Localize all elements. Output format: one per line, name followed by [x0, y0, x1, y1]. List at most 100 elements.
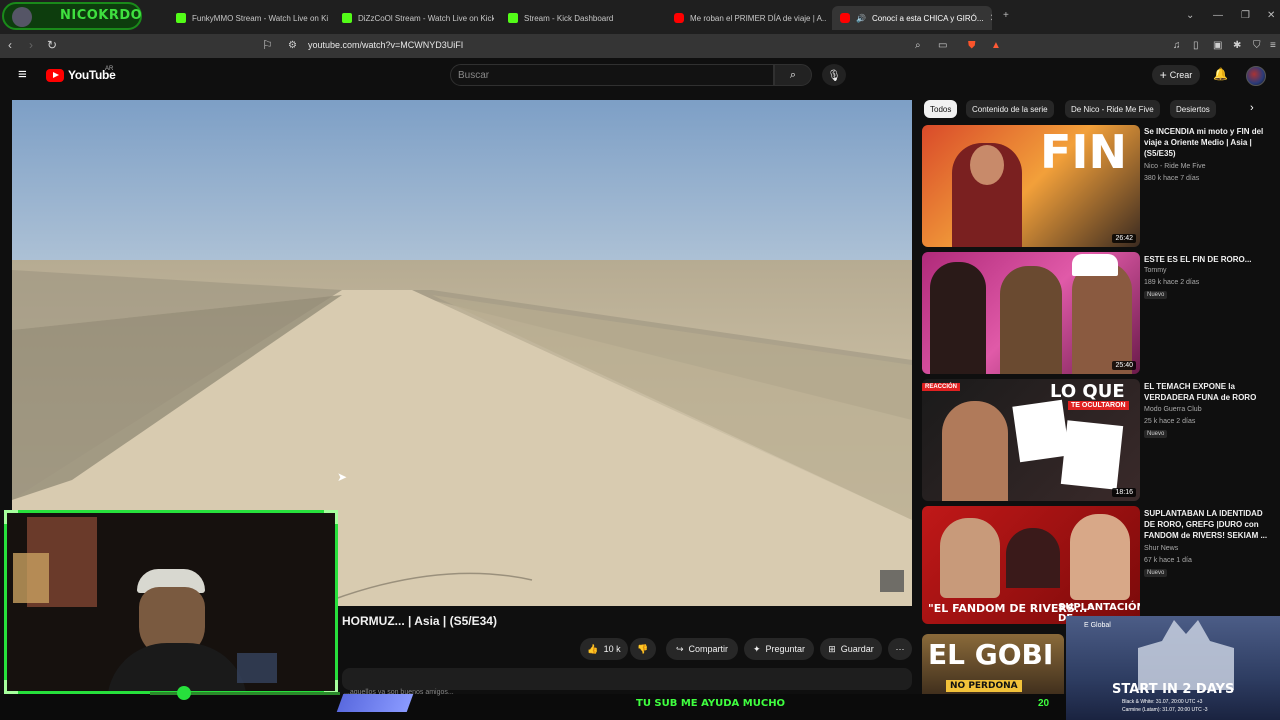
kick-icon: [176, 13, 186, 23]
chip-series[interactable]: Contenido de la serie: [966, 100, 1054, 118]
webcam-corner: [4, 510, 18, 524]
video-title: HORMUZ... | Asia | (S5/E34): [342, 614, 497, 628]
tab-dizzcool[interactable]: DiZzCoOl Stream - Watch Live on Kick: [334, 6, 494, 30]
tab-label: FunkyMMO Stream - Watch Live on Kick: [192, 13, 328, 23]
tab-active-video[interactable]: 🔊 Conocí a esta CHICA y GIRÓ... ✕: [832, 6, 992, 30]
ad-line-1: Black & White: 31.07, 20:00 UTC +3: [1122, 699, 1203, 705]
thumbnail-text: FIN: [1040, 125, 1128, 179]
dislike-button[interactable]: 👎: [630, 638, 656, 660]
new-badge: Nuevo: [1144, 569, 1168, 577]
window-close-icon[interactable]: ✕: [1267, 10, 1275, 21]
share-button[interactable]: ↪ Compartir: [666, 638, 738, 660]
like-count: 10 k: [603, 644, 621, 654]
share-icon: ↪: [675, 643, 684, 654]
recommendation-channel[interactable]: Tommy: [1144, 267, 1167, 274]
recommendation-thumbnail[interactable]: FIN 26:42: [922, 125, 1140, 247]
media-icon[interactable]: ♫: [1173, 40, 1181, 51]
sub-count: 20: [1038, 698, 1050, 709]
recommendation-thumbnail[interactable]: EL GOBI NO PERDONA: [922, 634, 1064, 700]
hamburger-menu-icon[interactable]: ≡: [18, 66, 27, 83]
chips-next-icon[interactable]: ›: [1250, 102, 1254, 114]
menu-icon[interactable]: ≡: [1270, 40, 1276, 51]
recommendation-meta: 189 k hace 2 días: [1144, 279, 1200, 286]
plus-icon: +: [1159, 68, 1167, 82]
webcam-corner: [324, 510, 338, 524]
tab-funkymmo[interactable]: FunkyMMO Stream - Watch Live on Kick: [168, 6, 328, 30]
sub-message: TU SUB ME AYUDA MUCHO: [636, 698, 786, 709]
extensions-icon[interactable]: ✱: [1233, 40, 1241, 51]
save-label: Guardar: [840, 644, 874, 654]
notifications-icon[interactable]: 🔔: [1213, 67, 1228, 81]
back-icon[interactable]: ‹: [8, 38, 12, 52]
streamer-logo-text: NICOKRDO: [60, 8, 143, 23]
cast-icon[interactable]: ▭: [938, 40, 947, 51]
more-actions-button[interactable]: ⋯: [888, 638, 912, 660]
create-button[interactable]: + Crear: [1152, 65, 1200, 85]
reload-icon[interactable]: ↻: [47, 38, 57, 52]
chip-deserts[interactable]: Desiertos: [1170, 100, 1216, 118]
tab-label: Me roban el PRIMER DÍA de viaje | A...: [690, 13, 826, 23]
recommendation-title[interactable]: EL TEMACH EXPONE la VERDADERA FUNA de RO…: [1144, 381, 1274, 403]
vpn-icon[interactable]: ⛉: [1253, 40, 1261, 51]
kick-icon: [508, 13, 518, 23]
more-icon: ⋯: [895, 643, 905, 654]
goal-progress-fill: [336, 694, 414, 712]
save-button[interactable]: ⊞ Guardar: [820, 638, 882, 660]
recommendation-thumbnail[interactable]: "EL FANDOM DE RIVERS..." SUPLANTACIÓN DE: [922, 506, 1140, 624]
ad-brand: E Global: [1084, 622, 1111, 629]
tab-kick-dashboard[interactable]: Stream - Kick Dashboard: [500, 6, 660, 30]
recommendation-channel[interactable]: Modo Guerra Club: [1144, 406, 1202, 413]
thumbnail-subtext: NO PERDONA: [946, 680, 1022, 692]
tab-label: Conocí a esta CHICA y GIRÓ...: [871, 13, 984, 23]
search-button[interactable]: ⌕: [774, 64, 812, 86]
tab-search-icon[interactable]: ⌄: [1186, 10, 1194, 21]
recommendation-meta: 380 k hace 7 días: [1144, 175, 1200, 182]
minimize-icon[interactable]: —: [1213, 10, 1223, 21]
microphone-icon: 🎙: [827, 69, 841, 82]
recommendation-meta: 25 k hace 2 días: [1144, 418, 1196, 425]
forward-icon[interactable]: ›: [29, 38, 33, 52]
recommendation-title[interactable]: Se INCENDIA mi moto y FIN del viaje a Or…: [1144, 126, 1274, 159]
wallet-icon[interactable]: ▣: [1213, 40, 1222, 51]
webcam-overlay: [4, 510, 338, 694]
recommendation-channel[interactable]: Nico - Ride Me Five: [1144, 163, 1205, 170]
maximize-icon[interactable]: ❐: [1241, 10, 1250, 21]
voice-search-button[interactable]: 🎙: [822, 64, 846, 86]
duration-badge: 26:42: [1112, 234, 1136, 243]
tab-label: DiZzCoOl Stream - Watch Live on Kick: [358, 13, 494, 23]
recommendation-title[interactable]: ESTE ES EL FIN DE RORO...: [1144, 254, 1274, 265]
sparkle-icon: ✦: [752, 643, 761, 654]
recommendation-thumbnail[interactable]: REACCIÓN LO QUE TE OCULTARON 18:16: [922, 379, 1140, 501]
region-label: AR: [105, 66, 114, 72]
avatar[interactable]: [1246, 66, 1266, 86]
tab-me-roban[interactable]: Me roban el PRIMER DÍA de viaje | A...: [666, 6, 826, 30]
site-info-icon[interactable]: ⚙: [288, 40, 297, 51]
new-badge: Nuevo: [1144, 430, 1168, 438]
mouse-cursor-icon: ➤: [337, 470, 348, 484]
ask-label: Preguntar: [765, 644, 806, 654]
zoom-icon[interactable]: ⌕: [915, 40, 921, 51]
chip-channel[interactable]: De Nico - Ride Me Five: [1065, 100, 1160, 118]
recommendation-thumbnail[interactable]: 25:40: [922, 252, 1140, 374]
youtube-play-icon: [46, 68, 64, 82]
webcam-corner: [4, 680, 18, 694]
bookmark-add-icon: ⊞: [828, 643, 836, 654]
like-button[interactable]: 👍 10 k: [580, 638, 628, 660]
share-label: Compartir: [688, 644, 729, 654]
brave-rewards-icon[interactable]: ▲: [991, 40, 1001, 51]
sidebar-icon[interactable]: ▯: [1193, 40, 1199, 51]
description-box[interactable]: [342, 668, 912, 690]
duration-badge: 25:40: [1112, 361, 1136, 370]
new-tab-button[interactable]: +: [1003, 10, 1009, 21]
recommendation-title[interactable]: SUPLANTABAN LA IDENTIDAD DE RORO, GREFG …: [1144, 508, 1274, 541]
url-field[interactable]: youtube.com/watch?v=MCWNYD3UiFI: [308, 40, 463, 50]
search-input[interactable]: [458, 68, 758, 82]
thumbnail-text: LO QUE: [1050, 381, 1125, 402]
ask-button[interactable]: ✦ Preguntar: [744, 638, 814, 660]
chip-all[interactable]: Todos: [924, 100, 958, 118]
brave-shield-icon[interactable]: ⛊: [968, 40, 976, 51]
recommendation-channel[interactable]: Shur News: [1144, 545, 1178, 552]
close-icon[interactable]: ✕: [990, 13, 992, 24]
thumbs-up-icon: 👍: [587, 643, 599, 654]
bookmark-icon[interactable]: ⚐: [262, 38, 273, 52]
